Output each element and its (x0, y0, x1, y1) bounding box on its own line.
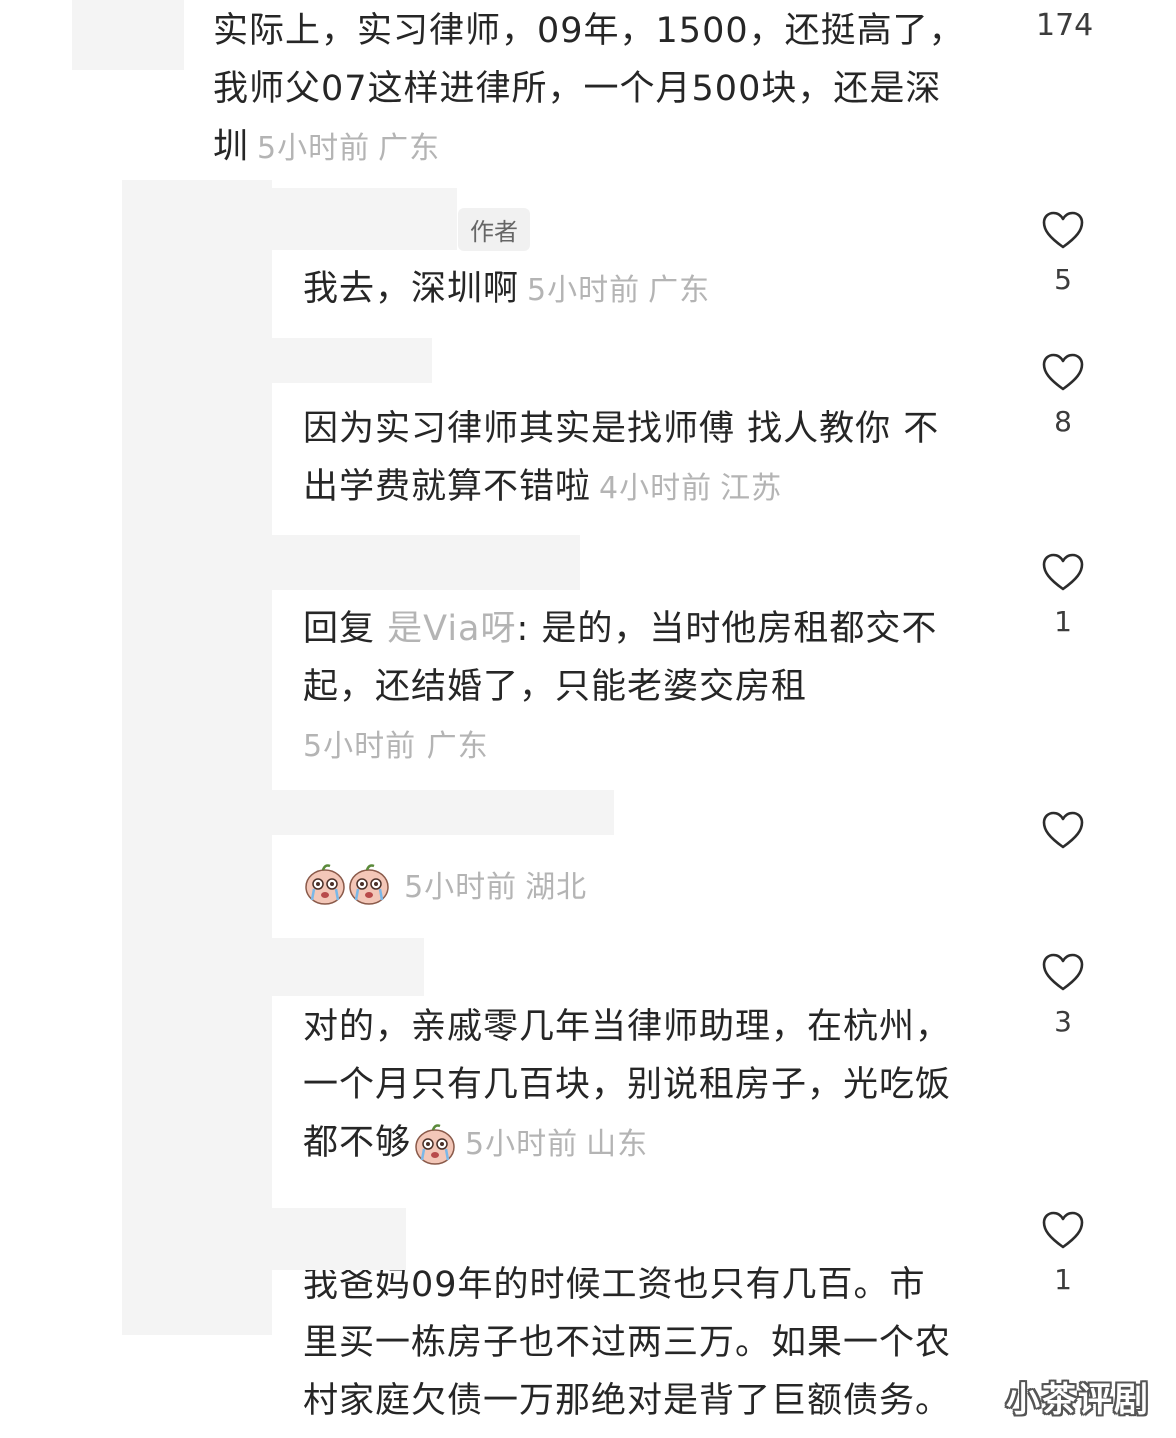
heart-outline-icon (1042, 1211, 1084, 1249)
comment-2-time: 5小时前 (527, 273, 641, 308)
comment-2-text: 我去，深圳啊 5小时前 广东 (303, 269, 711, 309)
heart-outline-icon (1042, 953, 1084, 991)
comment-1-time: 5小时前 (257, 131, 371, 166)
crying-face-sticker (303, 862, 347, 906)
comment-1-like-count[interactable]: 174 (1036, 8, 1093, 43)
comment-4-location: 广东 (426, 729, 489, 764)
reply-prefix: 回复 (303, 609, 376, 649)
comment-4-like-count: 1 (1054, 605, 1072, 638)
comment-4-like-button[interactable]: 1 (1033, 552, 1093, 642)
redacted-reply-avatar-column (122, 180, 272, 1335)
comment-6-time: 5小时前 (465, 1127, 579, 1162)
comment-5-like-button[interactable] (1033, 810, 1093, 850)
comment-5-body: 5小时前 湖北 (303, 862, 587, 912)
redacted-username-2 (272, 188, 457, 250)
comment-5-location: 湖北 (525, 870, 588, 905)
comment-5-time: 5小时前 (404, 870, 518, 905)
comment-3-location: 江苏 (720, 471, 783, 506)
comment-6-like-button[interactable]: 3 (1033, 952, 1093, 1042)
comment-3-like-count: 8 (1054, 405, 1072, 438)
comment-4-time: 5小时前 (303, 729, 417, 764)
comment-7-like-button[interactable]: 1 (1033, 1210, 1093, 1300)
reply-to-username[interactable]: 是Via呀 (387, 609, 516, 649)
comment-3-text: 因为实习律师其实是找师傅 找人教你 不 出学费就算不错啦 4小时前 江苏 (303, 409, 940, 507)
comment-6-text: 对的，亲戚零几年当律师助理，在杭州， 一个月只有几百块，别说租房子，光吃饭 都不… (303, 998, 1023, 1174)
redacted-username-5 (272, 790, 614, 835)
redacted-username-4 (272, 535, 580, 590)
comment-1-text: 实际上，实习律师，09年，1500，还挺高了， 我师父07这样进律所，一个月50… (213, 11, 965, 167)
redacted-username-7-overlap (296, 1208, 406, 1270)
heart-outline-icon (1042, 553, 1084, 591)
watermark: 小茶评剧 (1006, 1380, 1150, 1420)
comment-2-location: 广东 (648, 273, 711, 308)
comment-2-like-button[interactable]: 5 (1033, 210, 1093, 300)
crying-face-sticker (347, 862, 391, 906)
heart-outline-icon (1042, 211, 1084, 249)
heart-outline-icon (1042, 811, 1084, 849)
comment-4-meta: 5小时前 广东 (303, 727, 489, 767)
redacted-avatar-top (72, 0, 184, 70)
comment-6-location: 山东 (586, 1127, 649, 1162)
redacted-username-3 (272, 338, 432, 383)
comment-3-time: 4小时前 (599, 471, 713, 506)
heart-outline-icon (1042, 353, 1084, 391)
comment-7-like-count: 1 (1054, 1263, 1072, 1296)
author-badge: 作者 (458, 208, 530, 251)
comment-2-like-count: 5 (1054, 263, 1072, 296)
comment-6-like-count: 3 (1054, 1005, 1072, 1038)
comment-1-location: 广东 (378, 131, 441, 166)
comment-7-text: 我爸妈09年的时候工资也只有几百。市 里买一栋房子也不过两三万。如果一个农 村家… (303, 1265, 952, 1421)
comment-3-like-button[interactable]: 8 (1033, 352, 1093, 442)
comment-4-text: 回复 是Via呀: 是的，当时他房租都交不 起，还结婚了，只能老婆交房租 (303, 609, 938, 707)
redacted-username-6 (272, 938, 424, 996)
crying-face-sticker (413, 1122, 457, 1166)
